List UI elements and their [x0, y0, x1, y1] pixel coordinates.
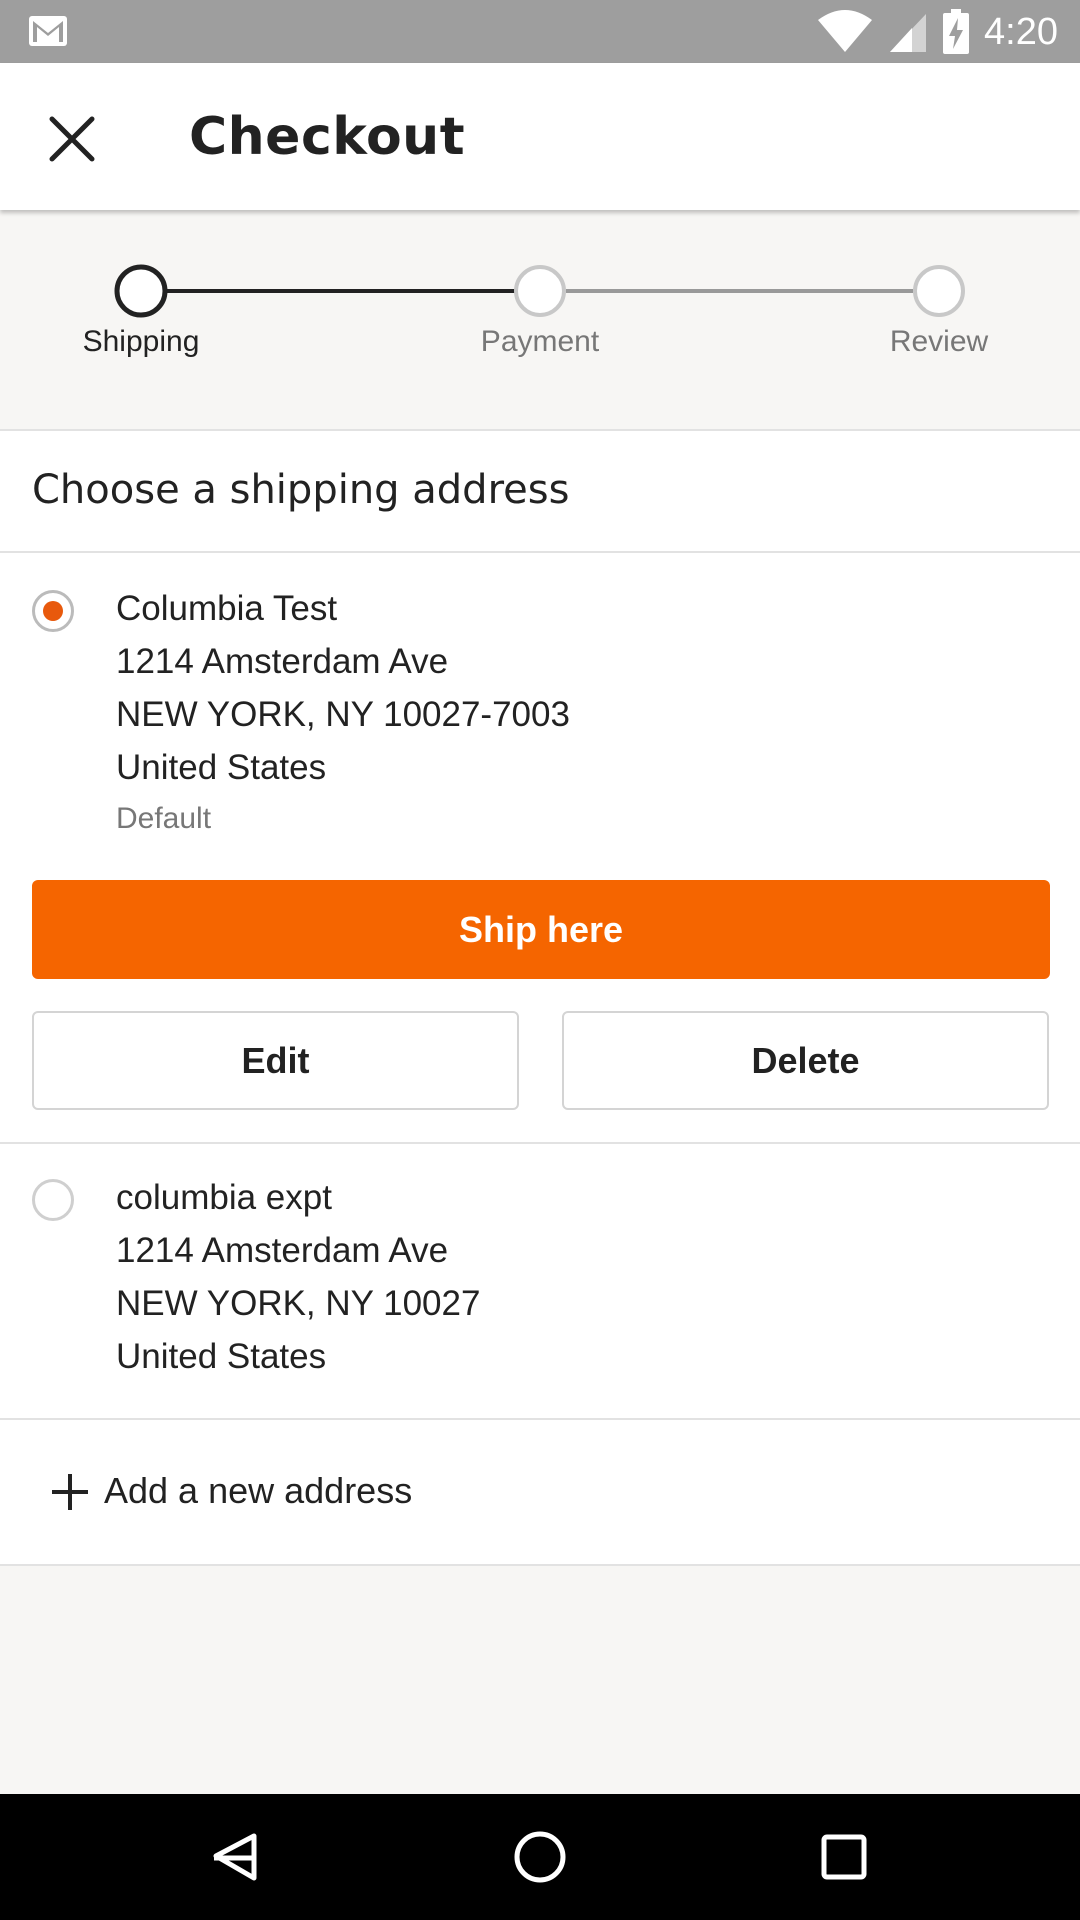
- address-lines: columbia expt 1214 Amsterdam Ave NEW YOR…: [116, 1171, 480, 1383]
- address-street: 1214 Amsterdam Ave: [116, 1231, 449, 1270]
- app-bar: Checkout: [0, 63, 1080, 210]
- status-time: 4:20: [984, 10, 1058, 53]
- battery-charging-icon: [943, 9, 970, 54]
- gmail-icon: [29, 16, 67, 46]
- step-shipping-label: Shipping: [82, 325, 200, 358]
- address-lines: Columbia Test 1214 Amsterdam Ave NEW YOR…: [116, 582, 570, 844]
- address-city: NEW YORK, NY 10027-7003: [116, 695, 570, 734]
- address-country: United States: [116, 1337, 327, 1376]
- address-street: 1214 Amsterdam Ave: [116, 642, 449, 681]
- default-badge: Default: [116, 802, 212, 835]
- home-icon[interactable]: [514, 1831, 566, 1883]
- step-review-label: Review: [889, 325, 989, 358]
- step-review-dot[interactable]: [913, 265, 965, 317]
- address-radio-selected[interactable]: [32, 590, 74, 632]
- address-city: NEW YORK, NY 10027: [116, 1284, 481, 1323]
- close-icon[interactable]: [44, 111, 100, 167]
- back-icon[interactable]: [213, 1833, 257, 1881]
- ship-here-button[interactable]: Ship here: [32, 880, 1050, 979]
- address-name: columbia expt: [116, 1178, 332, 1217]
- address-radio[interactable]: [32, 1179, 74, 1221]
- step-payment-dot[interactable]: [514, 265, 566, 317]
- address-card-selected[interactable]: Columbia Test 1214 Amsterdam Ave NEW YOR…: [0, 553, 1080, 1144]
- checkout-stepper: Shipping Payment Review: [0, 210, 1080, 429]
- add-new-address-label: Add a new address: [104, 1470, 413, 1511]
- address-country: United States: [116, 748, 327, 787]
- section-title: Choose a shipping address: [32, 467, 570, 513]
- status-bar: 4:20: [0, 0, 1080, 63]
- section-header: Choose a shipping address: [0, 429, 1080, 553]
- page-title: Checkout: [189, 107, 466, 167]
- delete-button[interactable]: Delete: [562, 1011, 1049, 1110]
- add-new-address-row[interactable]: Add a new address: [0, 1420, 1080, 1566]
- address-card[interactable]: columbia expt 1214 Amsterdam Ave NEW YOR…: [0, 1144, 1080, 1420]
- system-nav-bar: [0, 1794, 1080, 1920]
- wifi-icon: [818, 10, 873, 52]
- plus-icon: [52, 1474, 88, 1510]
- step-shipping-dot[interactable]: [114, 264, 168, 318]
- signal-icon: [890, 14, 927, 52]
- recents-icon[interactable]: [821, 1834, 867, 1880]
- address-name: Columbia Test: [116, 589, 338, 628]
- edit-button[interactable]: Edit: [32, 1011, 519, 1110]
- step-payment-label: Payment: [480, 325, 600, 358]
